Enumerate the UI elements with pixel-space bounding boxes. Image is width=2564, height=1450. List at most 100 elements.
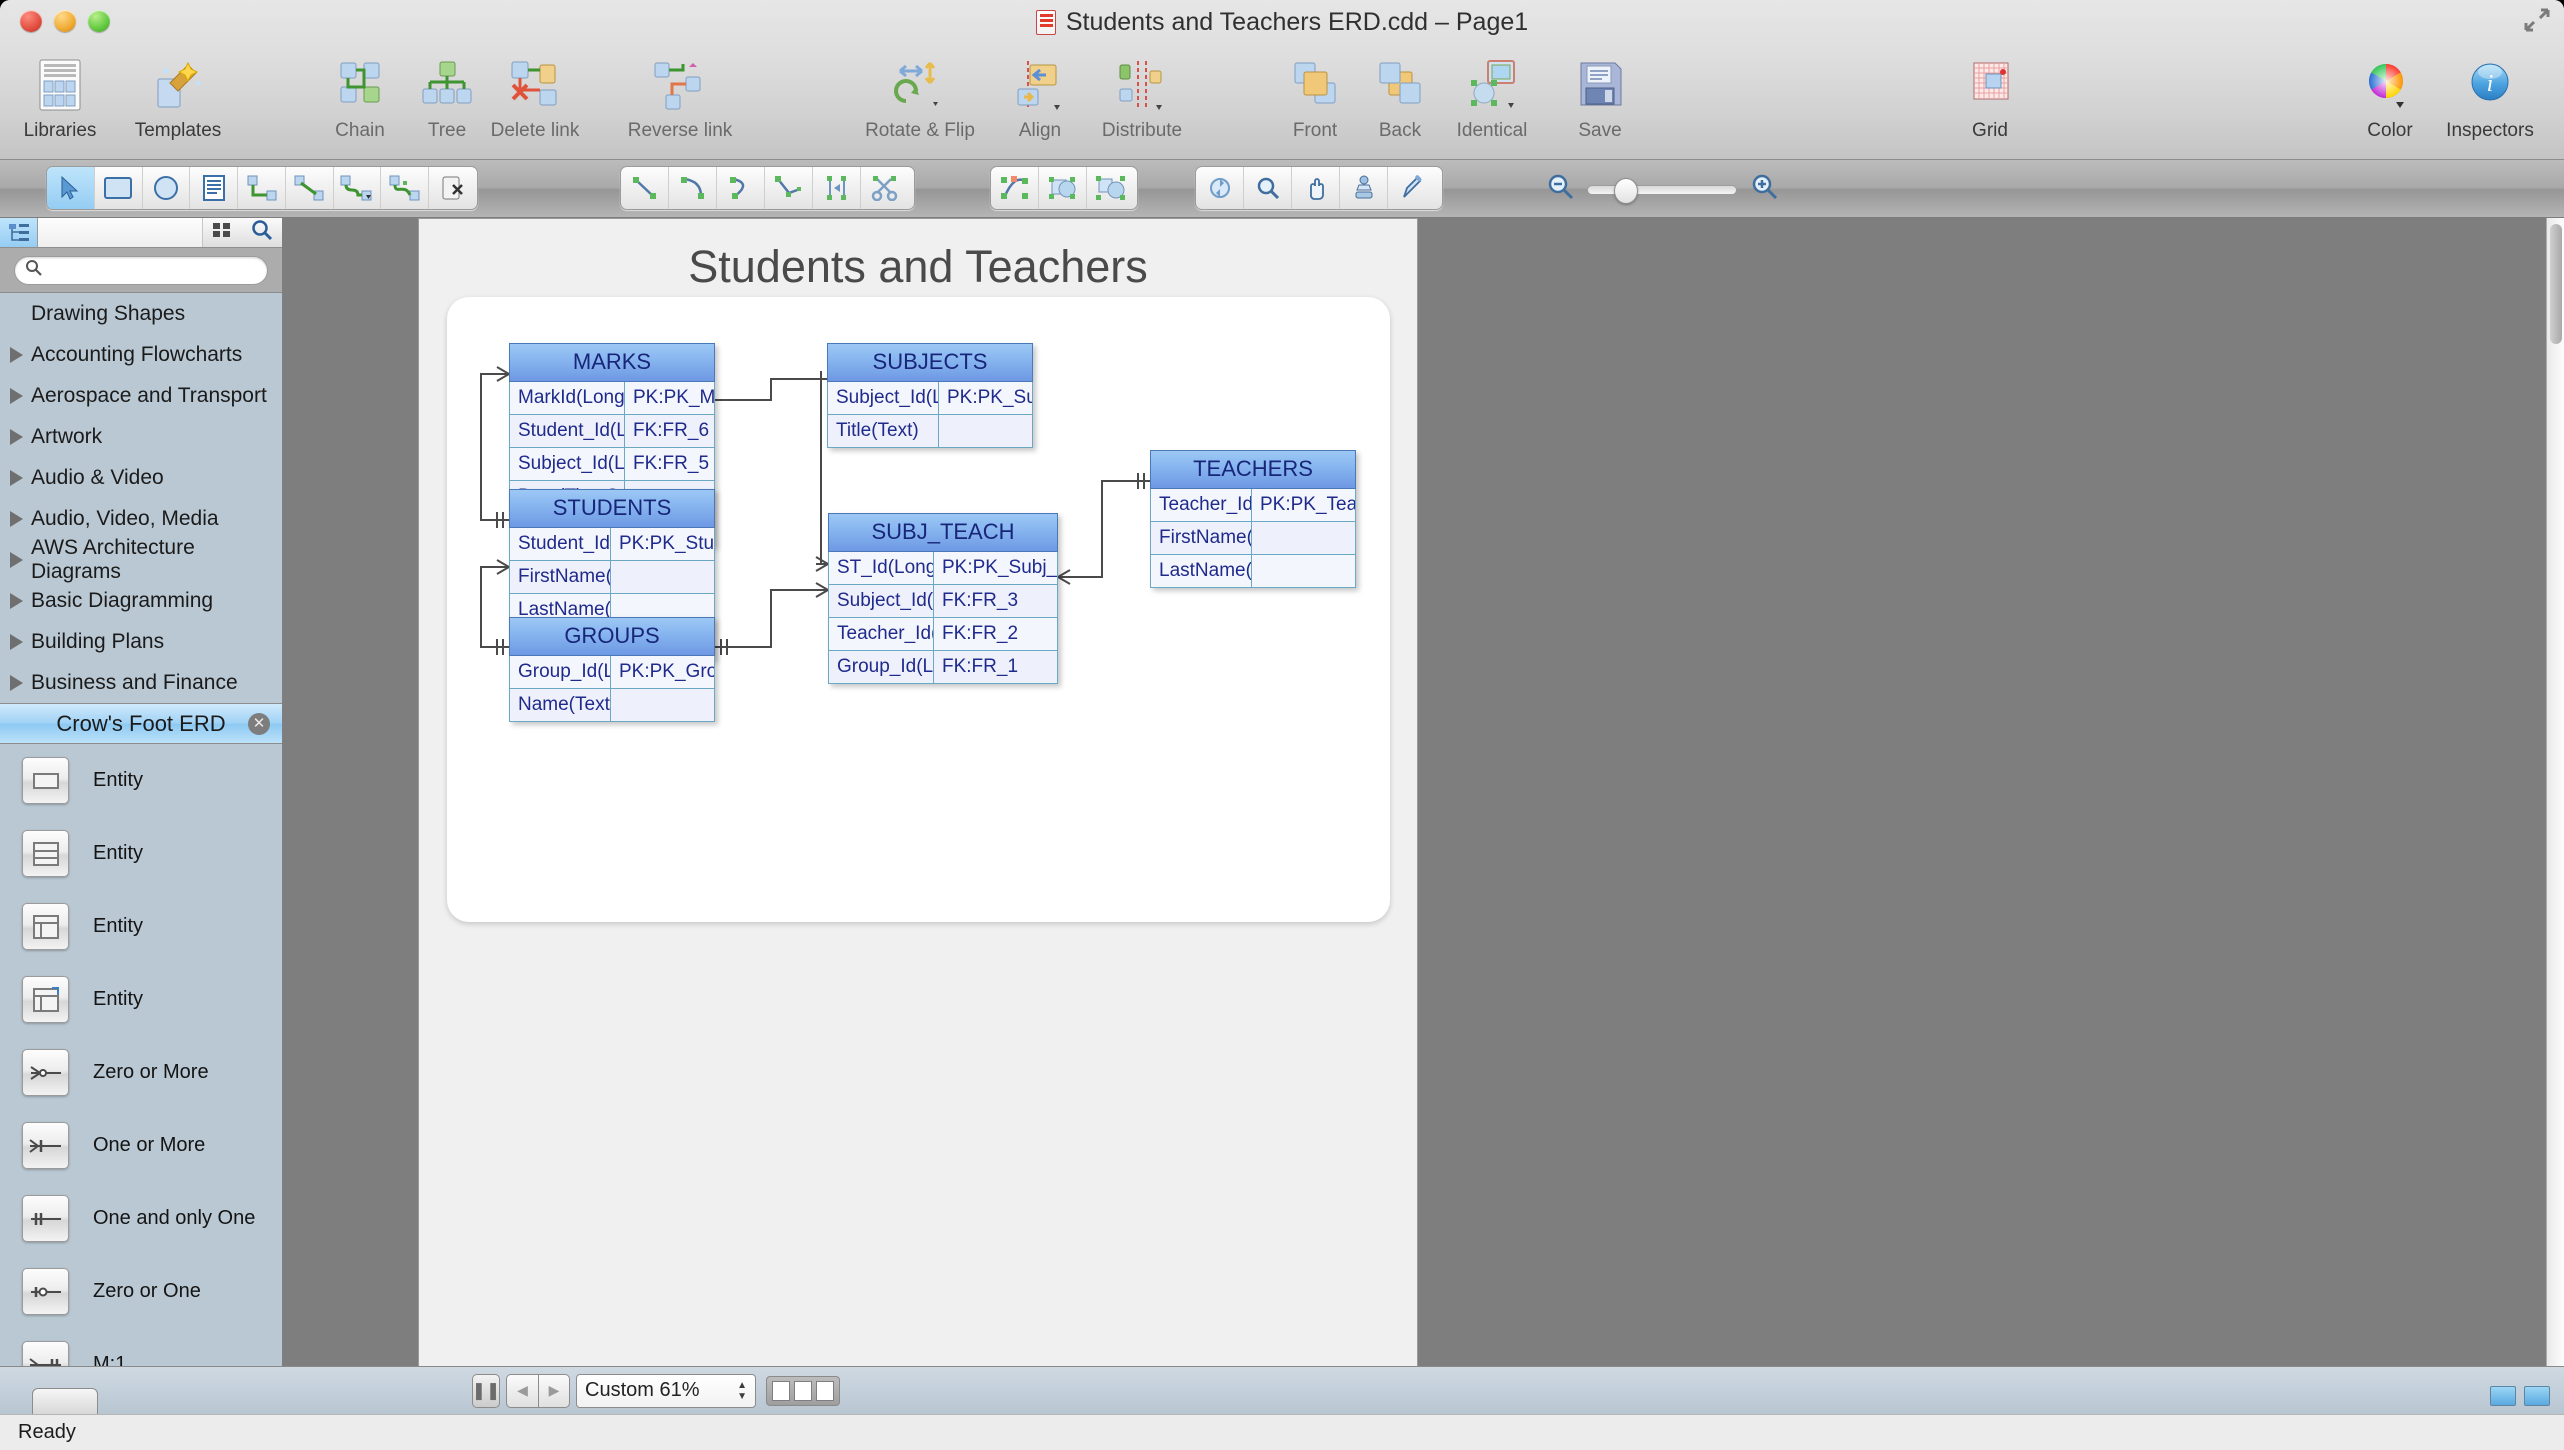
sidebar-item-audio-video[interactable]: Audio & Video — [0, 457, 282, 498]
erd-row[interactable]: Title(Text) — [827, 415, 1033, 448]
grid-view-icon[interactable] — [211, 220, 233, 245]
layers-icon[interactable] — [2490, 1386, 2516, 1406]
zoom-slider-thumb[interactable] — [1614, 177, 1638, 204]
document-page[interactable]: Students and Teachers MARKS MarkId(Long)… — [418, 218, 1418, 1366]
mirror-points-icon[interactable] — [813, 167, 861, 209]
ribbon-button-inspectors[interactable]: i Inspectors — [2430, 52, 2550, 142]
view-single-icon[interactable] — [772, 1380, 790, 1401]
shape-item-zero-or-one[interactable]: Zero or One — [0, 1255, 282, 1328]
shape-item-entity-4[interactable]: Entity — [0, 963, 282, 1036]
edit-points-icon[interactable] — [991, 167, 1039, 209]
curved-connector-icon[interactable] — [381, 167, 430, 209]
sheet-tab[interactable] — [32, 1388, 98, 1414]
library-path-field[interactable] — [38, 218, 202, 247]
sidebar-item-aws-architecture-diagrams[interactable]: AWS Architecture Diagrams — [0, 536, 282, 583]
close-library-icon[interactable]: ✕ — [248, 712, 270, 735]
arc-segment-icon[interactable] — [669, 167, 717, 209]
erd-row[interactable]: Group_Id(Long)FK:FR_1 — [828, 651, 1058, 684]
union-shapes-icon[interactable] — [1039, 167, 1087, 209]
erd-row[interactable]: Subject_Id(Long)FK:FR_3 — [828, 585, 1058, 618]
sidebar-item-artwork[interactable]: Artwork — [0, 416, 282, 457]
search-input[interactable] — [49, 261, 257, 279]
erd-row[interactable]: FirstName(Text) — [509, 561, 715, 594]
ribbon-button-libraries[interactable]: Libraries — [0, 52, 120, 142]
shape-item-m-to-1[interactable]: M:1 — [0, 1328, 282, 1366]
line-segment-icon[interactable] — [621, 167, 669, 209]
erd-row[interactable]: Teacher_Id(Long)PK:PK_Teachers — [1150, 489, 1356, 522]
shape-item-entity-1[interactable]: Entity — [0, 744, 282, 817]
view-multi-icon[interactable] — [816, 1380, 834, 1401]
erd-row[interactable]: FirstName(Text) — [1150, 522, 1356, 555]
eyedropper-icon[interactable] — [1388, 167, 1436, 209]
erd-row[interactable]: Teacher_Id(Long)FK:FR_2 — [828, 618, 1058, 651]
canvas-area[interactable]: Students and Teachers MARKS MarkId(Long)… — [283, 218, 2564, 1366]
shape-item-entity-3[interactable]: Entity — [0, 890, 282, 963]
sidebar-item-basic-diagramming[interactable]: Basic Diagramming — [0, 580, 282, 621]
ribbon-button-grid[interactable]: Grid — [1930, 52, 2050, 142]
zoom-slider-track[interactable] — [1587, 177, 1737, 204]
zoom-out-icon[interactable] — [1545, 172, 1575, 207]
scissors-cut-icon[interactable] — [861, 167, 909, 209]
erd-row[interactable]: Subject_Id(Long)PK:PK_Subjects — [827, 382, 1033, 415]
rotate-view-icon[interactable] — [1196, 167, 1244, 209]
ribbon-button-rotate-flip[interactable]: Rotate & Flip — [860, 52, 980, 142]
polyline-segment-icon[interactable] — [765, 167, 813, 209]
erd-row[interactable]: Student_Id(Long)FK:FR_6 — [509, 415, 715, 448]
erd-table-groups[interactable]: GROUPSGroup_Id(Long)PK:PK_GroupsName(Tex… — [509, 617, 715, 722]
shape-item-one-and-only-one[interactable]: One and only One — [0, 1182, 282, 1255]
zoom-slider-control[interactable] — [1545, 172, 1779, 207]
elbow-connector-icon[interactable] — [238, 167, 286, 209]
sidebar-item-aerospace-and-transport[interactable]: Aerospace and Transport — [0, 375, 282, 416]
shape-item-entity-2[interactable]: Entity — [0, 817, 282, 890]
canvas-vertical-scrollbar[interactable] — [2546, 218, 2564, 1366]
ribbon-button-delete-link[interactable]: Delete link — [475, 52, 595, 142]
erd-row[interactable]: LastName(Text) — [1150, 555, 1356, 588]
erd-row[interactable]: ST_Id(Long)PK:PK_Subj_Teach — [828, 552, 1058, 585]
sidebar-item-drawing-shapes[interactable]: Drawing Shapes — [0, 293, 282, 334]
ribbon-button-templates[interactable]: Templates — [118, 52, 238, 142]
shape-item-one-or-more[interactable]: One or More — [0, 1109, 282, 1182]
canvas-scroll-area[interactable]: Students and Teachers MARKS MarkId(Long)… — [283, 218, 2546, 1366]
sidebar-item-audio-video-media[interactable]: Audio, Video, Media — [0, 498, 282, 539]
pages-icon[interactable] — [2524, 1386, 2550, 1406]
hand-pan-icon[interactable] — [1292, 167, 1340, 209]
group-shapes-icon[interactable] — [1087, 167, 1135, 209]
ribbon-button-save[interactable]: Save — [1540, 52, 1660, 142]
ribbon-button-reverse-link[interactable]: Reverse link — [620, 52, 740, 142]
search-field-wrapper[interactable] — [14, 255, 268, 285]
stamp-clone-icon[interactable] — [1340, 167, 1388, 209]
search-icon[interactable] — [250, 219, 274, 246]
erd-row[interactable]: Group_Id(Long)PK:PK_Groups — [509, 656, 715, 689]
sidebar-item-business-and-finance[interactable]: Business and Finance — [0, 662, 282, 703]
scrollbar-thumb[interactable] — [2550, 224, 2562, 344]
erd-row[interactable]: Subject_Id(Long)FK:FR_5 — [509, 448, 715, 481]
sidebar-item-crows-foot-erd[interactable]: Crow's Foot ERD ✕ — [0, 703, 282, 744]
erd-row[interactable]: Student_Id(Long)PK:PK_Students — [509, 528, 715, 561]
erd-row[interactable]: Name(Text) — [509, 689, 715, 722]
ellipse-tool-icon[interactable] — [143, 167, 191, 209]
stepper-updown-icon[interactable]: ▲ ▼ — [737, 1380, 747, 1401]
sidebar-item-accounting-flowcharts[interactable]: Accounting Flowcharts — [0, 334, 282, 375]
view-double-icon[interactable] — [794, 1380, 812, 1401]
rounded-connector-icon[interactable] — [334, 167, 382, 209]
erd-table-subj_teach[interactable]: SUBJ_TEACHST_Id(Long)PK:PK_Subj_TeachSub… — [828, 513, 1058, 684]
delete-shape-icon[interactable] — [429, 167, 477, 209]
pointer-tool-icon[interactable] — [47, 167, 95, 209]
next-page-icon[interactable]: ▶ — [538, 1373, 570, 1408]
sidebar-item-building-plans[interactable]: Building Plans — [0, 621, 282, 662]
erd-table-teachers[interactable]: TEACHERSTeacher_Id(Long)PK:PK_TeachersFi… — [1150, 450, 1356, 588]
pause-icon[interactable]: ❚❚ — [472, 1373, 500, 1408]
zoom-in-icon[interactable] — [1749, 172, 1779, 207]
prev-page-icon[interactable]: ◀ — [506, 1373, 538, 1408]
rectangle-tool-icon[interactable] — [95, 167, 143, 209]
erd-table-subjects[interactable]: SUBJECTSSubject_Id(Long)PK:PK_SubjectsTi… — [827, 343, 1033, 448]
library-tree-icon[interactable] — [0, 218, 38, 247]
zoom-level-control[interactable]: Custom 61% ▲ ▼ — [576, 1373, 756, 1408]
erd-row[interactable]: MarkId(Long)PK:PK_Marks — [509, 382, 715, 415]
bezier-segment-icon[interactable] — [717, 167, 765, 209]
restore-window-icon[interactable] — [2524, 8, 2550, 32]
shape-item-zero-or-more[interactable]: Zero or More — [0, 1036, 282, 1109]
ribbon-button-identical[interactable]: Identical — [1432, 52, 1552, 142]
magnifier-zoom-icon[interactable] — [1244, 167, 1292, 209]
ribbon-button-distribute[interactable]: Distribute — [1082, 52, 1202, 142]
